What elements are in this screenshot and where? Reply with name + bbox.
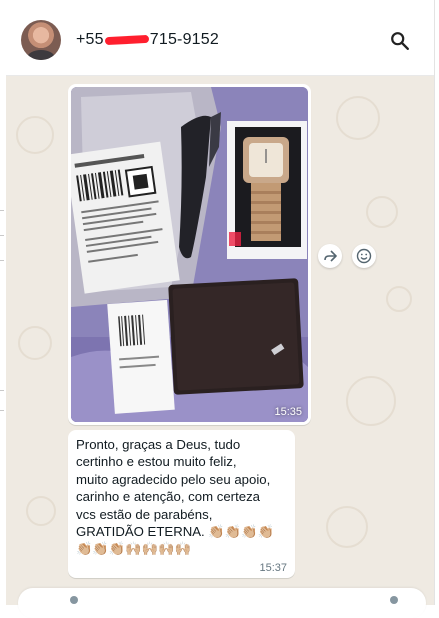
phone-suffix: 715-9152 <box>149 31 219 48</box>
composer-icon[interactable] <box>390 596 398 604</box>
message-text: Pronto, graças a Deus, tudo certinho e e… <box>76 437 275 557</box>
window-scrollbar[interactable] <box>434 0 439 605</box>
search-icon[interactable] <box>389 30 411 52</box>
emoji-reaction-icon[interactable] <box>352 244 376 268</box>
phone-prefix: +55 <box>76 31 104 48</box>
chat-header: +55 715-9152 <box>6 0 434 76</box>
image-timestamp: 15:35 <box>274 406 302 418</box>
chat-area[interactable]: 15:35 Pronto, graças a Deus, tudo certin… <box>6 76 434 605</box>
image-message-bubble[interactable]: 15:35 <box>68 84 311 425</box>
text-message-bubble[interactable]: Pronto, graças a Deus, tudo certinho e e… <box>68 430 295 578</box>
forward-icon[interactable] <box>318 244 342 268</box>
photo-thumbnail[interactable]: 15:35 <box>71 87 308 422</box>
message-composer[interactable] <box>18 588 426 618</box>
contact-phone-number[interactable]: +55 715-9152 <box>76 31 219 49</box>
text-timestamp: 15:37 <box>259 562 287 574</box>
redaction-mark <box>104 34 149 45</box>
photo-content <box>71 87 308 422</box>
composer-icon[interactable] <box>70 596 78 604</box>
contact-avatar[interactable] <box>21 20 61 60</box>
